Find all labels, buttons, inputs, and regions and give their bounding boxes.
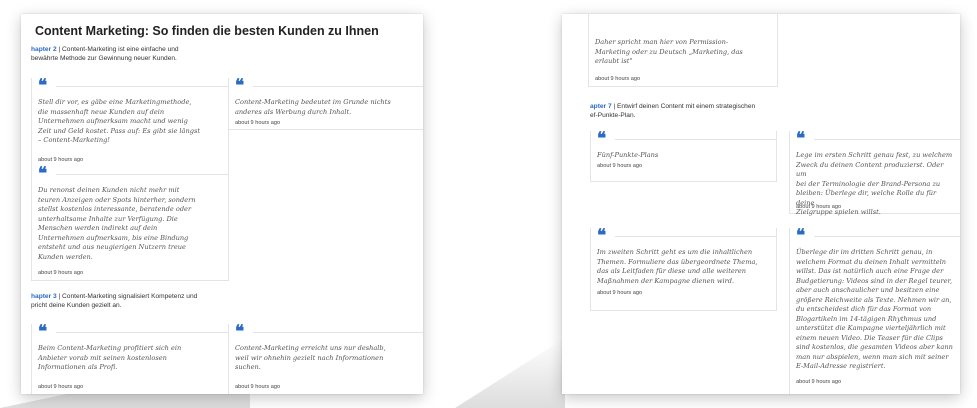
quote-card: ❝ Content-Marketing erreicht uns nur des… (228, 324, 423, 394)
timestamp: about 9 hours ago (235, 384, 281, 390)
timestamp: about 9 hours ago (595, 76, 641, 82)
timestamp: about 9 hours ago (235, 120, 281, 126)
quote-card: ❝ Du renonst deinen Kunden nicht mehr mi… (31, 166, 229, 281)
quote-card: ❝ Fünf-Punkte-Plans about 9 hours ago (590, 131, 777, 182)
left-page: Content Marketing: So finden die besten … (21, 14, 423, 394)
quote-text: Content-Marketing erreicht uns nur desha… (235, 344, 386, 371)
timestamp: about 9 hours ago (38, 270, 84, 276)
page-title: Content Marketing: So finden die besten … (35, 24, 379, 38)
quote-card: ❝ Lege im ersten Schritt genau fest, zu … (789, 129, 960, 216)
chapter-3-intro: hapter 3 | Content-Marketing signalisier… (31, 293, 198, 310)
chapter-label: hapter 3 (31, 293, 57, 300)
quote-card: ❝ Überlege dir im dritten Schritt genau,… (789, 228, 960, 394)
quote-icon: ❝ (38, 164, 48, 184)
quote-text: Überlege dir im dritten Schritt genau, i… (796, 248, 953, 370)
quote-card: ❝ Content-Marketing bedeutet im Grunde n… (228, 78, 423, 130)
quote-icon: ❝ (796, 226, 806, 246)
quote-card: Daher spricht man hier von Permission- M… (588, 14, 778, 87)
timestamp: about 9 hours ago (796, 379, 842, 385)
quote-icon: ❝ (796, 129, 806, 149)
right-reflection (455, 338, 565, 408)
timestamp: about 9 hours ago (38, 384, 84, 390)
quote-icon: ❝ (235, 322, 245, 342)
quote-card: ❝ Im zweiten Schritt geht es um die inha… (590, 228, 777, 311)
quote-icon: ❝ (38, 76, 48, 96)
quote-icon: ❝ (597, 226, 607, 246)
quote-text: Beim Content-Marketing profitiert sich e… (38, 344, 182, 371)
chapter-2-intro: hapter 2 | Content-Marketing ist eine ei… (31, 46, 179, 63)
quote-text: Im zweiten Schritt geht es um die inhalt… (597, 248, 758, 285)
quote-card: ❝ Beim Content-Marketing profitiert sich… (31, 324, 229, 394)
chapter-label: apter 7 (590, 103, 612, 110)
quote-text: Fünf-Punkte-Plans (597, 151, 659, 159)
quote-text: Content-Marketing bedeutet im Grunde nic… (235, 98, 391, 116)
timestamp: about 9 hours ago (597, 290, 643, 296)
quote-text: Daher spricht man hier von Permission- M… (595, 38, 743, 65)
chapter-label: hapter 2 (31, 46, 57, 53)
timestamp: about 9 hours ago (38, 157, 84, 163)
quote-text: Stell dir vor, es gäbe eine Marketingmet… (38, 98, 200, 144)
chapter-7-intro: apter 7 | Entwirf deinen Content mit ein… (590, 103, 756, 120)
quote-text: Du renonst deinen Kunden nicht mehr mit … (38, 186, 196, 261)
quote-icon: ❝ (235, 76, 245, 96)
right-page: Daher spricht man hier von Permission- M… (562, 14, 960, 394)
timestamp: about 9 hours ago (597, 163, 643, 169)
timestamp: about 9 hours ago (796, 204, 842, 210)
quote-icon: ❝ (38, 322, 48, 342)
quote-icon: ❝ (597, 129, 607, 149)
quote-card: ❝ Stell dir vor, es gäbe eine Marketingm… (31, 78, 229, 178)
